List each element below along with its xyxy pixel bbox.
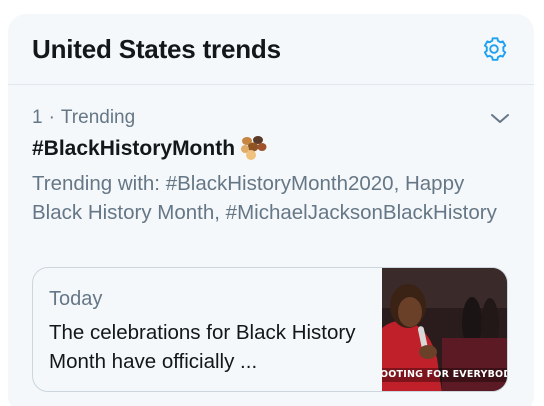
trend-name-text: #BlackHistoryMonth bbox=[32, 137, 236, 160]
raised-fists-emoji-icon bbox=[239, 135, 269, 163]
chevron-down-icon bbox=[491, 114, 509, 123]
more-options-button[interactable] bbox=[488, 107, 512, 131]
news-text: Today The celebrations for Black History… bbox=[33, 268, 382, 391]
trend-item[interactable]: 1 · Trending #BlackHistoryMonth Trending w… bbox=[8, 85, 534, 227]
trend-category: Trending bbox=[60, 107, 136, 128]
trends-panel: United States trends 1 · Trending #BlackHi… bbox=[8, 14, 534, 406]
trend-rank: 1 bbox=[32, 107, 43, 128]
news-card[interactable]: Today The celebrations for Black History… bbox=[32, 267, 508, 392]
trend-hashtag[interactable]: #BlackHistoryMonth bbox=[32, 135, 510, 163]
news-time: Today bbox=[49, 288, 103, 310]
trends-header: United States trends bbox=[8, 14, 534, 85]
news-thumbnail: OOTING FOR EVERYBODY B bbox=[382, 268, 507, 391]
panel-title: United States trends bbox=[32, 33, 281, 64]
thumbnail-caption: OOTING FOR EVERYBODY B bbox=[382, 369, 507, 380]
trending-with-text: Trending with: #BlackHistoryMonth2020, H… bbox=[32, 172, 497, 224]
trend-meta: 1 · Trending bbox=[32, 105, 510, 131]
gear-icon bbox=[483, 37, 507, 61]
news-headline: The celebrations for Black History Month… bbox=[49, 321, 356, 373]
settings-button[interactable] bbox=[478, 33, 510, 65]
trend-separator: · bbox=[48, 107, 55, 128]
